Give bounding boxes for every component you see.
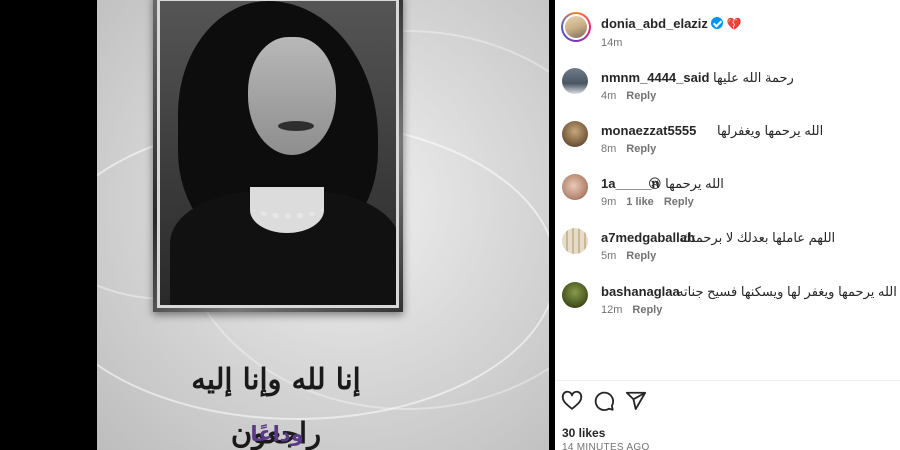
comment-username[interactable]: monaezzat5555	[601, 123, 696, 138]
comment-time[interactable]: 5m	[601, 250, 616, 262]
comment-text: رحمة الله عليها	[713, 70, 794, 85]
post-actions	[561, 390, 681, 414]
farewell-text: وداعًا	[250, 422, 304, 446]
comment-username[interactable]: bashanaglaa	[601, 284, 680, 299]
comment-item: monaezzat5555 الله يرحمها ويغفرلها 8m Rep…	[555, 121, 900, 173]
commenter-avatar[interactable]	[562, 282, 588, 308]
reply-button[interactable]: Reply	[632, 304, 662, 316]
actions-divider	[555, 380, 900, 381]
heart-icon[interactable]	[561, 390, 583, 412]
reply-button[interactable]: Reply	[664, 196, 694, 208]
post-timestamp[interactable]: 14 MINUTES AGO	[562, 442, 650, 450]
comment-username[interactable]: nmnm_4444_said	[601, 70, 709, 85]
comment-text: الله يرحمها ويغفر لها ويسكنها فسيح جناته	[677, 284, 897, 299]
comment-item: a7medgaballah اللهم عاملها بعدلك لا برحم…	[555, 228, 900, 280]
comment-item: nmnm_4444_said رحمة الله عليها 4m Reply	[555, 68, 900, 120]
memorial-photo-frame	[153, 0, 403, 312]
author-username[interactable]: donia_abd_elaziz 💔	[601, 16, 742, 31]
post-time[interactable]: 14m	[601, 37, 622, 49]
comment-likes[interactable]: 1 like	[626, 196, 654, 208]
post-header: donia_abd_elaziz 💔 14m	[555, 0, 900, 58]
comment-meta: 9m 1 like Reply	[601, 196, 694, 208]
condolence-calligraphy: إنا لله وإنا إليه راجعون	[191, 362, 361, 450]
author-avatar[interactable]	[561, 12, 591, 42]
comment-item: bashanaglaa الله يرحمها ويغفر لها ويسكنه…	[555, 282, 900, 334]
viewer-backdrop-left	[0, 0, 97, 450]
comment-meta: 5m Reply	[601, 250, 656, 262]
comment-text: الله يرحمها ويغفرلها	[717, 123, 824, 138]
reply-button[interactable]: Reply	[626, 90, 656, 102]
commenter-avatar[interactable]	[562, 121, 588, 147]
likes-count[interactable]: 30 likes	[562, 426, 605, 440]
comment-meta: 4m Reply	[601, 90, 656, 102]
verified-badge-icon	[710, 17, 723, 29]
comment-item: 1a_____n الله يرحمها 😢 9m 1 like Reply	[555, 174, 900, 226]
share-icon[interactable]	[625, 390, 647, 412]
comments-panel: donia_abd_elaziz 💔 14m nmnm_4444_said رحم…	[555, 0, 900, 450]
broken-heart-icon: 💔	[726, 17, 742, 31]
comment-meta: 8m Reply	[601, 143, 656, 155]
comment-time[interactable]: 8m	[601, 143, 616, 155]
reply-button[interactable]: Reply	[626, 250, 656, 262]
comment-icon[interactable]	[593, 390, 615, 412]
commenter-avatar[interactable]	[562, 228, 588, 254]
comment-time[interactable]: 4m	[601, 90, 616, 102]
comment-text: الله يرحمها 😢	[648, 176, 724, 191]
comment-time[interactable]: 9m	[601, 196, 616, 208]
post-image[interactable]: إنا لله وإنا إليه راجعون وداعًا	[97, 0, 549, 450]
reply-button[interactable]: Reply	[626, 143, 656, 155]
portrait-photo	[160, 1, 396, 305]
comment-text: اللهم عاملها بعدلك لا برحمتك	[681, 230, 836, 245]
commenter-avatar[interactable]	[562, 68, 588, 94]
comment-meta: 12m Reply	[601, 304, 662, 316]
commenter-avatar[interactable]	[562, 174, 588, 200]
comment-time[interactable]: 12m	[601, 304, 622, 316]
